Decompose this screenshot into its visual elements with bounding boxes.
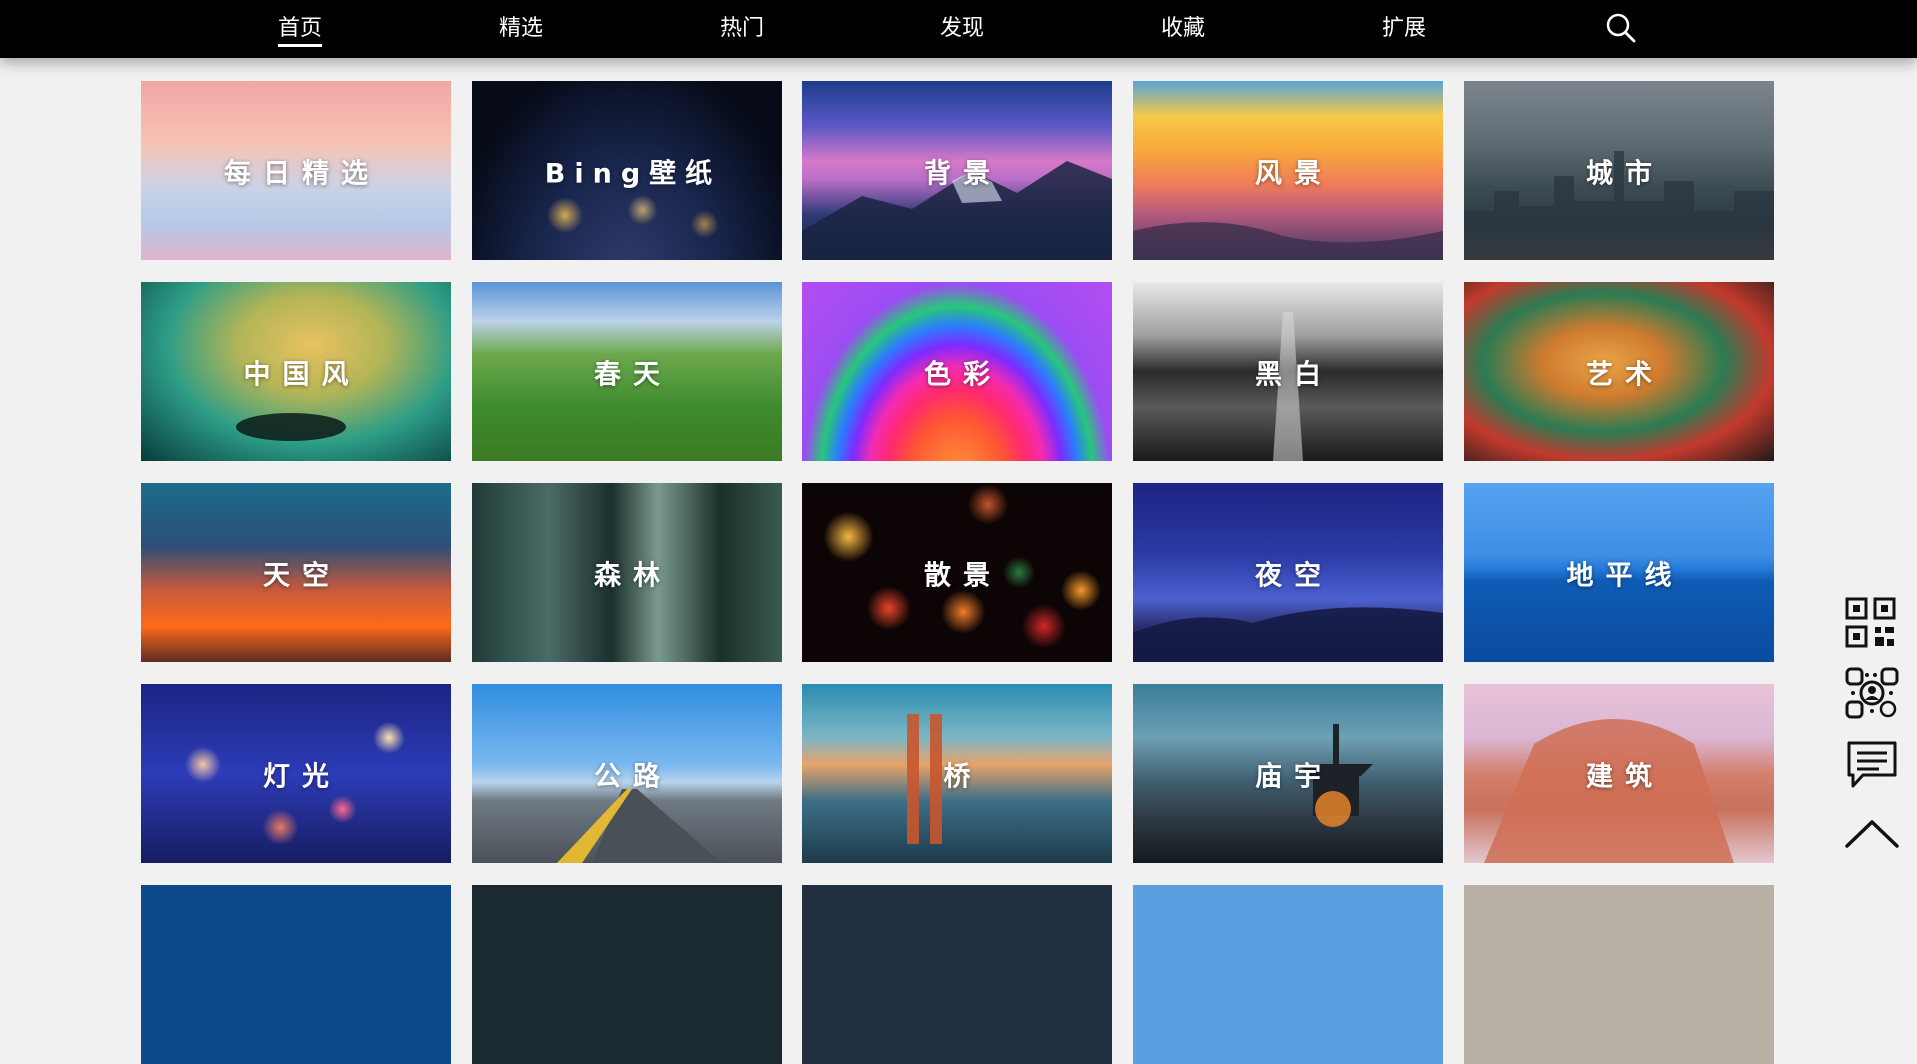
nav-item-label: 首页 xyxy=(277,16,322,47)
category-tile-bing-wallpaper[interactable]: Bing壁纸 xyxy=(472,81,782,260)
nav-item-label: 发现 xyxy=(939,16,984,41)
category-tile-lights[interactable]: 灯光 xyxy=(141,684,451,863)
category-tile-label: 庙宇 xyxy=(1255,761,1333,792)
category-tile-partial[interactable] xyxy=(1464,885,1774,1064)
category-tile-label: 天空 xyxy=(263,560,341,591)
category-tile-label: 桥 xyxy=(943,761,983,792)
category-tile-label: 地平线 xyxy=(1566,560,1684,591)
category-tile-daily-picks[interactable]: 每日精选 xyxy=(141,81,451,260)
category-tile-scenery[interactable]: 风景 xyxy=(1133,81,1443,260)
category-tile-partial[interactable] xyxy=(1133,885,1443,1064)
qr-code-icon[interactable] xyxy=(1845,597,1899,649)
category-tile-black-white[interactable]: 黑白 xyxy=(1133,282,1443,461)
nav-item-featured[interactable]: 精选 xyxy=(461,14,581,44)
nav-item-popular[interactable]: 热门 xyxy=(682,14,802,44)
category-tile-forest[interactable]: 森林 xyxy=(472,483,782,662)
category-tile-label: 春天 xyxy=(594,359,672,390)
nav-item-extensions[interactable]: 扩展 xyxy=(1344,14,1464,44)
category-tile-road[interactable]: 公路 xyxy=(472,684,782,863)
category-tile-label: 色彩 xyxy=(924,359,1002,390)
nav-item-label: 收藏 xyxy=(1160,16,1205,41)
category-tile-label: 每日精选 xyxy=(224,158,380,189)
category-tile-partial[interactable] xyxy=(141,885,451,1064)
category-tile-partial[interactable] xyxy=(472,885,782,1064)
category-tile-sky[interactable]: 天空 xyxy=(141,483,451,662)
category-tile-colors[interactable]: 色彩 xyxy=(802,282,1112,461)
nav-item-label: 扩展 xyxy=(1381,16,1426,41)
category-tile-partial[interactable] xyxy=(802,885,1112,1064)
nav-item-label: 精选 xyxy=(498,16,543,41)
nav-item-discover[interactable]: 发现 xyxy=(902,14,1022,44)
search-icon[interactable] xyxy=(1605,12,1637,44)
category-tile-label: 建筑 xyxy=(1586,761,1664,792)
category-grid: 每日精选 Bing壁纸 背景 风景 城市 中国风 春天 色彩 黑白 艺术 天空 … xyxy=(0,0,1917,1064)
nav-item-label: 热门 xyxy=(719,16,764,41)
category-tile-label: 背景 xyxy=(924,158,1002,189)
category-tile-label: 城市 xyxy=(1586,158,1664,189)
category-tile-backgrounds[interactable]: 背景 xyxy=(802,81,1112,260)
category-tile-label: 黑白 xyxy=(1255,359,1333,390)
category-tile-label: 散景 xyxy=(924,560,1002,591)
category-tile-label: 中国风 xyxy=(243,359,361,390)
category-tile-night-sky[interactable]: 夜空 xyxy=(1133,483,1443,662)
category-tile-label: 公路 xyxy=(594,761,672,792)
category-tile-temple[interactable]: 庙宇 xyxy=(1133,684,1443,863)
nav-item-home[interactable]: 首页 xyxy=(240,14,360,47)
back-to-top-icon[interactable] xyxy=(1845,810,1899,862)
mini-program-code-icon[interactable] xyxy=(1845,667,1899,719)
category-tile-label: Bing壁纸 xyxy=(544,158,722,189)
category-tile-label: 艺术 xyxy=(1586,359,1664,390)
category-tile-chinese-style[interactable]: 中国风 xyxy=(141,282,451,461)
category-tile-art[interactable]: 艺术 xyxy=(1464,282,1774,461)
category-tile-label: 风景 xyxy=(1255,158,1333,189)
category-tile-horizon[interactable]: 地平线 xyxy=(1464,483,1774,662)
nav-item-favorites[interactable]: 收藏 xyxy=(1123,14,1243,44)
category-tile-bridge[interactable]: 桥 xyxy=(802,684,1112,863)
category-tile-label: 灯光 xyxy=(263,761,341,792)
category-tile-label: 森林 xyxy=(594,560,672,591)
category-tile-spring[interactable]: 春天 xyxy=(472,282,782,461)
category-tile-bokeh[interactable]: 散景 xyxy=(802,483,1112,662)
top-nav-bar: 首页 精选 热门 发现 收藏 扩展 xyxy=(0,0,1917,58)
comment-icon[interactable] xyxy=(1845,739,1899,791)
category-tile-architecture[interactable]: 建筑 xyxy=(1464,684,1774,863)
category-tile-label: 夜空 xyxy=(1255,560,1333,591)
category-tile-city[interactable]: 城市 xyxy=(1464,81,1774,260)
